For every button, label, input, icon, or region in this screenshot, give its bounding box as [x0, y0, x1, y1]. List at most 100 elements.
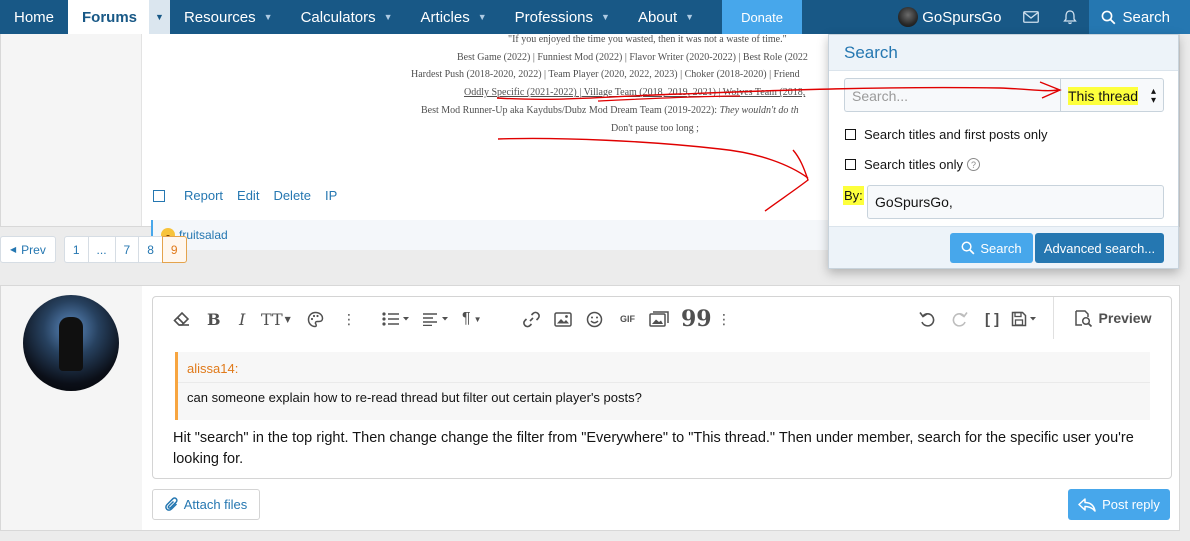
align-icon[interactable]: [422, 309, 450, 329]
nav-search-button[interactable]: Search: [1089, 0, 1190, 34]
select-post-checkbox[interactable]: [153, 189, 165, 202]
more-vertical-icon[interactable]: ⋮: [342, 309, 356, 329]
nav-home[interactable]: Home: [0, 0, 68, 34]
link-icon[interactable]: [523, 309, 540, 329]
envelope-icon: [1023, 11, 1040, 23]
preview-button[interactable]: Preview: [1053, 297, 1171, 339]
search-submit-button[interactable]: Search: [950, 233, 1033, 263]
select-arrows-icon: ▴ ▾: [1150, 86, 1156, 106]
top-nav: Home Forums ▼ Resources ▼ Calculators ▼ Ar…: [0, 0, 1190, 34]
emoji-icon[interactable]: [586, 309, 603, 329]
chevron-down-icon: ▼: [477, 12, 487, 22]
media-icon[interactable]: [649, 309, 669, 329]
more-vertical-icon[interactable]: ⋮: [717, 309, 731, 329]
nav-articles[interactable]: Articles ▼: [407, 0, 501, 34]
reply-icon: [1078, 497, 1096, 512]
avatar-figure: [59, 317, 83, 371]
pagination: ◀ Prev 1 ... 7 8 9: [0, 236, 187, 263]
paperclip-icon: [164, 496, 178, 511]
chevron-down-icon: ▼: [601, 12, 610, 22]
bold-icon[interactable]: B: [207, 309, 221, 329]
signature-line: Don't pause too long ;: [611, 123, 699, 134]
nav-alerts[interactable]: [1051, 0, 1089, 34]
signature-line: Hardest Push (2018-2020, 2022) | Team Pl…: [411, 69, 800, 80]
prev-page-button[interactable]: ◀ Prev: [0, 236, 56, 263]
reply-user-column: [1, 286, 142, 530]
nav-resources[interactable]: Resources ▼: [170, 0, 287, 34]
page-link[interactable]: 7: [114, 236, 139, 263]
quote-author[interactable]: alissa14:: [187, 361, 238, 376]
text-size-icon[interactable]: TT ▼: [261, 309, 291, 329]
signature-line: Oddly Specific (2021-2022) | Village Tea…: [464, 87, 806, 98]
nav-account[interactable]: GoSpursGo: [888, 0, 1011, 34]
help-icon[interactable]: ?: [967, 158, 980, 171]
search-icon: [961, 241, 975, 255]
nav-donate-button[interactable]: Donate: [722, 0, 802, 34]
eraser-icon[interactable]: [173, 309, 190, 329]
search-icon: [1102, 10, 1116, 24]
report-link[interactable]: Report: [184, 188, 223, 203]
nav-inbox[interactable]: [1011, 0, 1051, 34]
quick-reply: B I TT ▼ ⋮ ¶ ▼ GIF 99 ⋮ [] Preview alis…: [0, 285, 1180, 531]
bell-icon: [1063, 9, 1078, 24]
nav-about[interactable]: About ▼: [624, 0, 708, 34]
search-scope-select[interactable]: This thread ▴ ▾: [1060, 78, 1164, 112]
avatar: [23, 295, 119, 391]
chevron-down-icon: ▼: [155, 12, 164, 22]
delete-link[interactable]: Delete: [273, 188, 311, 203]
reply-body-text[interactable]: Hit "search" in the top right. Then chan…: [173, 428, 1163, 470]
nav-user-area: GoSpursGo Search: [888, 0, 1190, 34]
search-dropdown: Search Search... This thread ▴ ▾ Search t…: [828, 34, 1179, 269]
quote-icon[interactable]: 99: [681, 306, 712, 332]
post-reply-button[interactable]: Post reply: [1068, 489, 1170, 520]
quote-text: can someone explain how to re-read threa…: [187, 390, 642, 405]
nav-forums[interactable]: Forums: [68, 0, 150, 34]
chevron-down-icon: ▼: [383, 12, 393, 22]
signature-line: Best Mod Runner-Up aka Kaydubs/Dubz Mod …: [421, 105, 799, 116]
chevron-down-icon: ▼: [685, 12, 695, 22]
save-draft-icon[interactable]: [1011, 309, 1039, 329]
quote-divider: [178, 382, 1150, 383]
preview-icon: [1074, 309, 1092, 327]
search-menu-footer: Search Advanced search...: [829, 226, 1178, 268]
reactions-bar: fruitsalad: [151, 220, 831, 250]
editor-toolbar: B I TT ▼ ⋮ ¶ ▼ GIF 99 ⋮ [] Preview: [153, 297, 1171, 339]
page-link[interactable]: 8: [138, 236, 162, 263]
image-icon[interactable]: [554, 309, 572, 329]
post-user-column: [1, 34, 142, 226]
ip-link[interactable]: IP: [325, 188, 337, 203]
chevron-down-icon: ▼: [263, 12, 273, 22]
member-filter-input[interactable]: GoSpursGo,: [867, 185, 1164, 219]
message-editor[interactable]: B I TT ▼ ⋮ ¶ ▼ GIF 99 ⋮ [] Preview alis…: [152, 296, 1172, 479]
undo-icon[interactable]: [919, 309, 936, 329]
member-filter-label: By:: [843, 186, 864, 205]
current-page[interactable]: 9: [161, 236, 187, 263]
nav-professions[interactable]: Professions ▼: [501, 0, 624, 34]
italic-icon[interactable]: I: [239, 309, 245, 329]
advanced-search-button[interactable]: Advanced search...: [1035, 233, 1164, 263]
titles-only-option[interactable]: Search titles only ?: [845, 157, 980, 172]
avatar: [898, 7, 919, 27]
chevron-left-icon: ◀: [10, 245, 17, 254]
page-link[interactable]: ...: [87, 236, 115, 263]
palette-icon[interactable]: [307, 309, 324, 329]
list-icon[interactable]: [382, 309, 410, 329]
signature-line: "If you enjoyed the time you wasted, the…: [508, 34, 787, 45]
nav-calculators[interactable]: Calculators ▼: [287, 0, 407, 34]
attach-files-button[interactable]: Attach files: [152, 489, 260, 520]
nav-forums-dropdown[interactable]: ▼: [149, 0, 170, 34]
titles-first-posts-option[interactable]: Search titles and first posts only: [845, 127, 1048, 142]
post-actions: Report Edit Delete IP: [153, 188, 351, 203]
search-menu-title: Search: [829, 35, 1178, 71]
checkbox[interactable]: [845, 129, 856, 140]
checkbox[interactable]: [845, 159, 856, 170]
gif-icon[interactable]: GIF: [620, 309, 635, 329]
signature-line: Best Game (2022) | Funniest Mod (2022) |…: [457, 52, 808, 63]
redo-icon[interactable]: [951, 309, 968, 329]
paragraph-icon[interactable]: ¶ ▼: [462, 309, 482, 329]
edit-link[interactable]: Edit: [237, 188, 259, 203]
bbcode-toggle-icon[interactable]: [ ]: [985, 309, 999, 329]
search-input[interactable]: Search...: [844, 78, 1060, 112]
page-link[interactable]: 1: [63, 236, 88, 263]
quoted-message: alissa14: can someone explain how to re-…: [175, 352, 1150, 420]
